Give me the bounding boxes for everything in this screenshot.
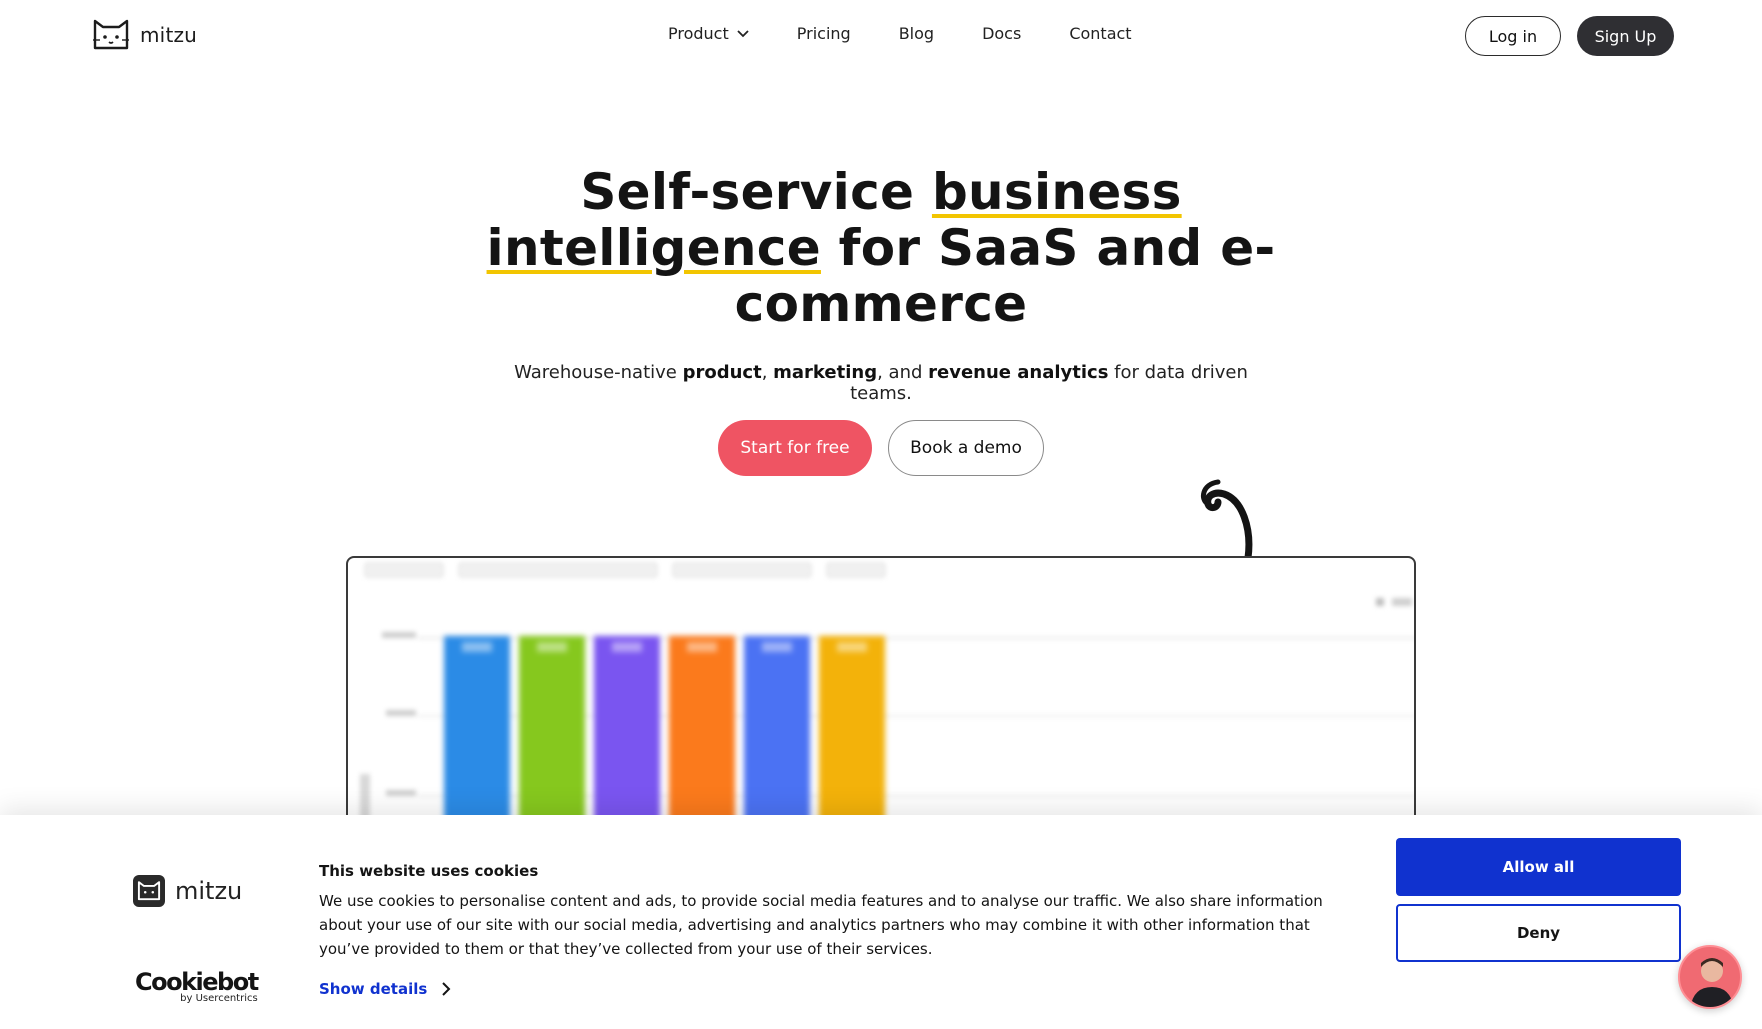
cookiebot-logo[interactable]: Cookiebot by Usercentrics [135, 968, 259, 1004]
preview-bar-label [612, 642, 642, 652]
nav-item-product[interactable]: Product [668, 24, 749, 43]
cookie-title: This website uses cookies [319, 862, 539, 880]
chevron-down-icon [737, 29, 749, 37]
main-menu: Product Pricing Blog Docs Contact [668, 24, 1180, 43]
chevron-right-icon [442, 982, 451, 996]
preview-bar-label [687, 642, 717, 652]
headline-highlight-business: business [931, 163, 1182, 221]
preview-bar-chart [360, 598, 1414, 856]
preview-bar-label [537, 642, 567, 652]
preview-bar-label [837, 642, 867, 652]
deny-button[interactable]: Deny [1396, 904, 1681, 962]
subtitle-emphasis: revenue analytics [928, 362, 1109, 383]
show-details-label: Show details [319, 980, 428, 998]
cookie-description: We use cookies to personalise content an… [319, 892, 1323, 958]
cookiebot-wordmark: Cookiebot [135, 968, 259, 996]
headline-text: Self-service [580, 163, 932, 221]
book-demo-button[interactable]: Book a demo [888, 420, 1044, 476]
subtitle-text: , and [877, 362, 929, 383]
nav-item-label: Contact [1069, 24, 1132, 43]
brand-logo[interactable]: mitzu [92, 18, 197, 52]
headline-highlight-intelligence: intelligence [486, 219, 821, 277]
signup-button[interactable]: Sign Up [1577, 16, 1674, 56]
start-for-free-button[interactable]: Start for free [718, 420, 872, 476]
brand-name: mitzu [140, 23, 198, 47]
nav-item-label: Pricing [796, 24, 851, 43]
hero-subtitle: Warehouse-native product, marketing, and… [481, 362, 1281, 404]
product-preview-window [346, 556, 1416, 856]
cookie-brand-logo: mitzu [133, 875, 242, 907]
chart-gridlines [360, 598, 1414, 824]
allow-all-button[interactable]: Allow all [1396, 838, 1681, 896]
nav-item-blog[interactable]: Blog [899, 24, 934, 43]
cat-logo-icon [133, 875, 165, 907]
nav-item-docs[interactable]: Docs [982, 24, 1021, 43]
nav-item-label: Blog [898, 24, 935, 43]
cat-logo-icon [93, 19, 129, 50]
cookie-consent-banner: mitzu Cookiebot by Usercentrics This web… [0, 815, 1762, 1029]
cookie-brand-name: mitzu [175, 877, 243, 905]
hero-headline: Self-service business intelligence for S… [481, 164, 1281, 332]
cat-tail-illustration [1200, 479, 1253, 560]
preview-bar-label [462, 642, 492, 652]
preview-bar-label [762, 642, 792, 652]
subtitle-text: Warehouse-native [514, 362, 683, 383]
subtitle-emphasis: product [682, 362, 762, 383]
login-button[interactable]: Log in [1465, 16, 1561, 56]
top-navigation: mitzu Product Pricing Blog Docs Contact … [0, 0, 1762, 72]
subtitle-text: , [761, 362, 774, 383]
nav-item-pricing[interactable]: Pricing [797, 24, 851, 43]
subtitle-emphasis: marketing [773, 362, 878, 383]
nav-item-label: Product [668, 24, 729, 43]
nav-item-contact[interactable]: Contact [1069, 24, 1131, 43]
chat-avatar-button[interactable] [1678, 945, 1742, 1009]
nav-item-label: Docs [982, 24, 1022, 43]
show-details-link[interactable]: Show details [319, 980, 451, 998]
